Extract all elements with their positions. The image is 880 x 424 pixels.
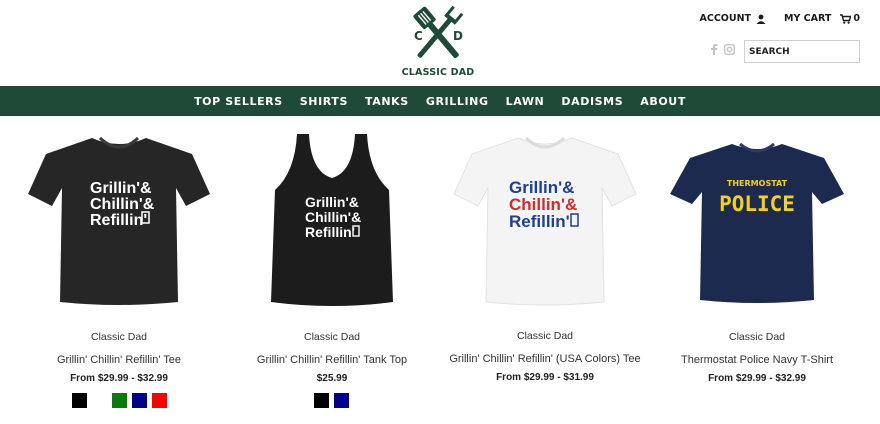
product-image[interactable]: THERMOSTAT POLICE bbox=[652, 116, 862, 316]
product-price: From $29.99 - $31.99 bbox=[496, 372, 594, 383]
product-price: From $29.99 - $32.99 bbox=[70, 373, 168, 384]
print-line-1: Grillin'& bbox=[305, 194, 359, 210]
product-grid: Grillin'& Chillin'& Refillin' Classic Da… bbox=[0, 116, 880, 424]
main-nav: TOP SELLERS SHIRTS TANKS GRILLING LAWN D… bbox=[0, 86, 880, 116]
search-input[interactable] bbox=[744, 40, 860, 63]
color-swatches bbox=[14, 393, 224, 408]
print-line-1: Grillin'& bbox=[90, 180, 152, 197]
product-vendor: Classic Dad bbox=[728, 331, 786, 343]
site-logo[interactable]: C D CLASSIC DAD bbox=[400, 4, 476, 82]
product-vendor: Classic Dad bbox=[516, 330, 574, 342]
product-vendor: Classic Dad bbox=[303, 331, 361, 343]
swatch-green[interactable] bbox=[112, 393, 127, 408]
nav-item-grilling[interactable]: GRILLING bbox=[417, 95, 497, 108]
cart-link[interactable]: MY CART 0 bbox=[784, 13, 860, 24]
product-image[interactable]: Grillin'& Chillin'& Refillin' bbox=[440, 116, 650, 316]
product-title[interactable]: Grillin' Chillin' Refillin' Tank Top bbox=[227, 354, 437, 366]
print-line-3: Refillin' bbox=[305, 224, 355, 240]
print-line-2: Chillin'& bbox=[305, 209, 361, 225]
swatch-navy[interactable] bbox=[334, 393, 349, 408]
nav-item-tanks[interactable]: TANKS bbox=[357, 95, 418, 108]
swatch-red[interactable] bbox=[152, 393, 167, 408]
product-card[interactable]: Grillin'& Chillin'& Refillin' Classic Da… bbox=[227, 116, 437, 408]
product-image[interactable]: Grillin'& Chillin'& Refillin' bbox=[14, 116, 224, 316]
user-icon bbox=[756, 14, 766, 24]
social-links bbox=[710, 44, 735, 55]
print-line-1: THERMOSTAT bbox=[727, 179, 788, 188]
cart-count: 0 bbox=[853, 13, 860, 24]
logo-initial-left: C bbox=[414, 29, 423, 43]
account-label: ACCOUNT bbox=[699, 13, 752, 24]
nav-item-top-sellers[interactable]: TOP SELLERS bbox=[186, 95, 292, 108]
color-swatches bbox=[227, 393, 437, 408]
logo-wordmark: CLASSIC DAD bbox=[401, 67, 475, 78]
product-card[interactable]: Grillin'& Chillin'& Refillin' Classic Da… bbox=[440, 116, 650, 383]
print-line-3: Refillin' bbox=[509, 212, 570, 231]
site-header: C D CLASSIC DAD ACCOUNT MY CART 0 bbox=[0, 0, 880, 86]
account-bar: ACCOUNT MY CART 0 bbox=[700, 13, 861, 24]
nav-item-shirts[interactable]: SHIRTS bbox=[291, 95, 356, 108]
nav-item-about[interactable]: ABOUT bbox=[632, 95, 695, 108]
facebook-icon[interactable] bbox=[710, 44, 718, 55]
print-line-2: POLICE bbox=[719, 192, 795, 216]
product-vendor: Classic Dad bbox=[90, 331, 148, 343]
product-price: $25.99 bbox=[316, 373, 348, 384]
cart-label: MY CART bbox=[784, 13, 832, 24]
product-title[interactable]: Grillin' Chillin' Refillin' Tee bbox=[14, 354, 224, 366]
swatch-black[interactable] bbox=[314, 393, 329, 408]
swatch-black[interactable] bbox=[72, 393, 87, 408]
product-image[interactable]: Grillin'& Chillin'& Refillin' bbox=[227, 116, 437, 316]
product-card[interactable]: Grillin'& Chillin'& Refillin' Classic Da… bbox=[14, 116, 224, 408]
product-title[interactable]: Thermostat Police Navy T-Shirt bbox=[652, 354, 862, 366]
instagram-icon[interactable] bbox=[724, 44, 735, 55]
swatch-navy[interactable] bbox=[132, 393, 147, 408]
product-title[interactable]: Grillin' Chillin' Refillin' (USA Colors)… bbox=[440, 353, 650, 365]
product-price: From $29.99 - $32.99 bbox=[708, 373, 806, 384]
print-line-3: Refillin' bbox=[90, 212, 147, 229]
crossed-spatula-fork-icon: C D bbox=[413, 5, 464, 59]
nav-item-dadisms[interactable]: DADISMS bbox=[553, 95, 632, 108]
logo-initial-right: D bbox=[453, 29, 463, 43]
print-line-2: Chillin'& bbox=[90, 196, 155, 213]
nav-item-lawn[interactable]: LAWN bbox=[497, 95, 553, 108]
cart-icon bbox=[840, 13, 852, 24]
account-link[interactable]: ACCOUNT bbox=[700, 13, 767, 24]
product-card[interactable]: THERMOSTAT POLICE Classic Dad Thermostat… bbox=[652, 116, 862, 384]
swatch-white[interactable] bbox=[92, 393, 107, 408]
